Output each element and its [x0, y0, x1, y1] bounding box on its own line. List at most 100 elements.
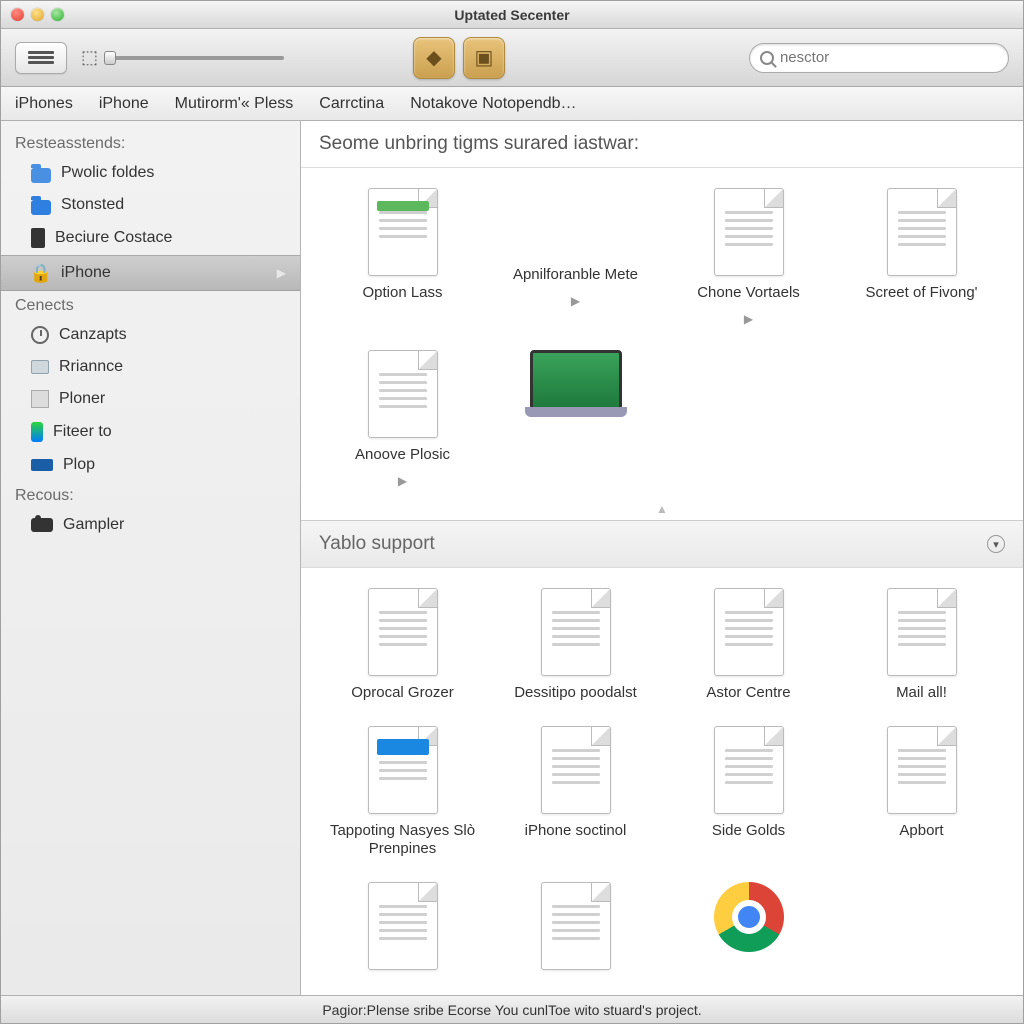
item-label: Mail all! — [896, 684, 947, 702]
item-label: Anoove Plosic — [355, 446, 450, 464]
printer-icon — [31, 360, 49, 374]
laptop-icon — [530, 350, 622, 410]
sidebar-item-beciure[interactable]: Beciure Costace — [1, 221, 300, 255]
menu-button[interactable] — [15, 42, 67, 74]
grid-item[interactable]: Side Golds — [667, 726, 830, 858]
document-icon — [887, 588, 957, 676]
sidebar-item-gampler[interactable]: Gampler — [1, 509, 300, 541]
document-icon — [714, 588, 784, 676]
sidebar-item-label: Gampler — [63, 516, 124, 534]
status-text: Pagior:Plense sribe Ecorse You cunlToe w… — [322, 1002, 701, 1018]
tab-item[interactable]: iPhones — [15, 95, 73, 113]
chrome-icon — [714, 882, 784, 952]
view-tile-1[interactable]: ◆ — [413, 37, 455, 79]
sidebar-heading: Recous: — [1, 481, 300, 509]
chevron-down-icon[interactable]: ▾ — [987, 535, 1005, 553]
item-label: Apbort — [899, 822, 943, 840]
grid-item[interactable] — [321, 882, 484, 978]
collapse-caret-icon[interactable]: ▲ — [301, 502, 1023, 516]
document-icon — [368, 350, 438, 438]
grid-item[interactable]: Tappoting Nasyes Slò Prenpines — [321, 726, 484, 858]
sidebar-item-ploner[interactable]: Ploner — [1, 383, 300, 415]
device-icon — [31, 228, 45, 248]
sidebar-item-stonsted[interactable]: Stonsted — [1, 189, 300, 221]
tab-row: iPhones iPhone Mutirorm'« Pless Carrctin… — [1, 87, 1023, 121]
tab-item[interactable]: Carrctina — [319, 95, 384, 113]
grid-item[interactable]: Astor Centre — [667, 588, 830, 702]
zoom-small-icon: ⬚ — [81, 47, 98, 68]
view-tile-2[interactable]: ▣ — [463, 37, 505, 79]
document-icon — [368, 588, 438, 676]
grid-item[interactable]: iPhone soctinol — [494, 726, 657, 858]
chip-icon — [31, 459, 53, 471]
sidebar-item-plop[interactable]: Plop — [1, 449, 300, 481]
camera-icon — [31, 518, 53, 532]
document-icon — [368, 882, 438, 970]
grid-item[interactable] — [494, 350, 657, 488]
minimize-window-button[interactable] — [31, 8, 44, 21]
item-label: Option Lass — [362, 284, 442, 302]
grid-item[interactable]: Mail all! — [840, 588, 1003, 702]
lock-icon: 🔒 — [31, 263, 51, 283]
slider-knob[interactable] — [104, 51, 116, 65]
grid-item[interactable]: Option Lass — [321, 188, 484, 326]
grid-item[interactable] — [494, 882, 657, 978]
item-label: Oprocal Grozer — [351, 684, 454, 702]
play-indicator-icon: ▶ — [398, 474, 407, 488]
zoom-slider[interactable] — [104, 56, 284, 60]
play-indicator-icon: ▶ — [744, 312, 753, 326]
fax-icon — [31, 390, 49, 408]
item-label: Apnilforanble Mete — [513, 266, 638, 284]
close-window-button[interactable] — [11, 8, 24, 21]
sidebar-item-public-folders[interactable]: Pwolic foldes — [1, 157, 300, 189]
grid-item[interactable] — [667, 882, 830, 978]
app-window: Uptated Secenter ⬚ ◆ ▣ iPhones iPhone Mu… — [0, 0, 1024, 1024]
tab-item[interactable]: Notakove Notopendb… — [410, 95, 576, 113]
sidebar-item-label: iPhone — [61, 264, 111, 282]
section-heading-bar[interactable]: Yablo support ▾ — [301, 520, 1023, 568]
grid-item[interactable]: Chone Vortaels ▶ — [667, 188, 830, 326]
play-indicator-icon: ▶ — [571, 294, 580, 308]
section-heading-label: Yablo support — [319, 533, 435, 555]
sidebar-item-rriannce[interactable]: Rriannce — [1, 351, 300, 383]
search-input[interactable] — [780, 49, 998, 66]
grid-item[interactable]: Apbort — [840, 726, 1003, 858]
main-split: Resteasstends: Pwolic foldes Stonsted Be… — [1, 121, 1023, 995]
grid-item[interactable]: Apnilforanble Mete ▶ — [494, 188, 657, 326]
tab-item[interactable]: iPhone — [99, 95, 149, 113]
zoom-window-button[interactable] — [51, 8, 64, 21]
sidebar-item-label: Plop — [63, 456, 95, 474]
sidebar-item-label: Pwolic foldes — [61, 164, 154, 182]
tab-item[interactable]: Mutirorm'« Pless — [175, 95, 294, 113]
document-icon — [887, 726, 957, 814]
item-label: Chone Vortaels — [697, 284, 800, 302]
status-bar: Pagior:Plense sribe Ecorse You cunlToe w… — [1, 995, 1023, 1023]
phone-icon — [31, 422, 43, 442]
zoom-slider-group: ⬚ — [81, 47, 284, 68]
document-icon — [887, 188, 957, 276]
item-label: iPhone soctinol — [525, 822, 627, 840]
grid-item[interactable]: Dessitipo poodalst — [494, 588, 657, 702]
toolbar-view-tiles: ◆ ▣ — [413, 37, 505, 79]
sidebar-item-fiteer[interactable]: Fiteer to — [1, 415, 300, 449]
item-label: Astor Centre — [706, 684, 790, 702]
search-field[interactable] — [749, 43, 1009, 73]
sidebar-item-canzapts[interactable]: Canzapts — [1, 319, 300, 351]
item-label: Tappoting Nasyes Slò Prenpines — [328, 822, 478, 858]
item-label: Screet of Fivong' — [865, 284, 977, 302]
grid-item[interactable]: Anoove Plosic ▶ — [321, 350, 484, 488]
sidebar-heading: Cenects — [1, 291, 300, 319]
toolbar: ⬚ ◆ ▣ — [1, 29, 1023, 87]
window-controls — [1, 8, 64, 21]
search-icon — [760, 51, 774, 65]
folder-icon — [31, 168, 51, 183]
grid-item[interactable]: Screet of Fivong' — [840, 188, 1003, 326]
document-icon — [541, 726, 611, 814]
document-icon — [541, 882, 611, 970]
item-label: Dessitipo poodalst — [514, 684, 637, 702]
sidebar-item-label: Stonsted — [61, 196, 124, 214]
grid-item[interactable]: Oprocal Grozer — [321, 588, 484, 702]
sidebar-item-iphone[interactable]: 🔒 iPhone — [1, 255, 300, 291]
sidebar: Resteasstends: Pwolic foldes Stonsted Be… — [1, 121, 301, 995]
file-grid-2: Oprocal Grozer Dessitipo poodalst Astor … — [301, 568, 1023, 995]
